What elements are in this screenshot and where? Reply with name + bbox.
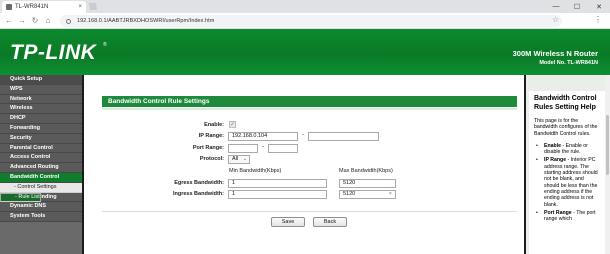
menu-item-wps[interactable]: WPS (0, 84, 82, 95)
menu-item-forwarding[interactable]: Forwarding (0, 123, 82, 134)
ip-range-dash: - (302, 132, 304, 138)
ingress-label: Ingress Bandwidth: (172, 191, 224, 197)
ingress-max-input[interactable]: 5120 × (339, 190, 396, 199)
registered-mark: ® (103, 42, 107, 48)
product-name: 300M Wireless N Router (512, 49, 598, 58)
menu-item-quick-setup[interactable]: Quick Setup (0, 75, 82, 85)
model-number: Model No. TL-WR841N (539, 60, 598, 66)
menu-item-wireless[interactable]: Wireless (0, 104, 82, 115)
help-item-key: Port Range (544, 209, 572, 216)
browser-tab-bar: TL-WR841N × — ☐ ✕ (0, 0, 610, 13)
menu-item-system-tools[interactable]: System Tools (0, 212, 82, 222)
help-item-ip-range: • IP Range - Interior PC address range. … (534, 157, 600, 207)
tab-close-icon[interactable]: × (78, 4, 86, 10)
bullet-icon: • (536, 142, 538, 149)
egress-max-input[interactable]: 5120 (339, 179, 396, 188)
menu-item-dhcp[interactable]: DHCP (0, 114, 82, 124)
protocol-select[interactable]: All ⌄ (228, 155, 250, 164)
menu-item-dynamic-dns[interactable]: Dynamic DNS (0, 202, 82, 213)
browser-toolbar: ← → ↻ ⌂ 192.168.0.1/AABTJRBXDHOSWRI/user… (0, 13, 610, 29)
enable-checkbox[interactable]: ✓ (229, 121, 236, 128)
back-arrow-icon[interactable]: ← (4, 16, 14, 26)
menu-item-bandwidth-control[interactable]: Bandwidth Control (0, 172, 82, 183)
back-button[interactable]: Back (313, 217, 347, 227)
save-button[interactable]: Save (271, 217, 305, 227)
egress-label: Egress Bandwidth: (174, 180, 224, 186)
ip-end-input[interactable] (308, 132, 379, 141)
min-bandwidth-header: Min Bandwidth(Kbps) (229, 168, 282, 174)
ip-range-label: IP Range: (198, 133, 224, 139)
ingress-max-value: 5120 (343, 191, 356, 197)
help-list: • Enable - Enable or disable the rule. •… (534, 143, 600, 223)
help-item-text: - Interior PC address range. The startin… (544, 157, 598, 208)
home-icon[interactable]: ⌂ (43, 16, 53, 26)
submenu-item-control-settings[interactable]: - Control Settings (0, 182, 82, 193)
help-content: Bandwidth Control Rules Setting Help Thi… (529, 91, 605, 254)
port-end-input[interactable] (268, 144, 298, 153)
port-start-input[interactable] (228, 144, 258, 153)
clear-input-icon[interactable]: × (389, 191, 392, 198)
enable-label: Enable: (204, 122, 224, 128)
menu-item-parental-control[interactable]: Parental Control (0, 143, 82, 154)
menu-item-access-control[interactable]: Access Control (0, 153, 82, 164)
address-bar[interactable]: 192.168.0.1/AABTJRBXDHOSWRI/userRpm/Inde… (60, 15, 562, 27)
new-tab-button[interactable] (88, 2, 98, 11)
router-header: TP-LINK ® 300M Wireless N Router Model N… (0, 29, 610, 75)
port-range-dash: - (262, 144, 264, 150)
url-text: 192.168.0.1/AABTJRBXDHOSWRI/userRpm/Inde… (77, 18, 215, 24)
browser-tab[interactable]: TL-WR841N × (2, 1, 86, 13)
menu-item-security[interactable]: Security (0, 133, 82, 144)
product-info: 300M Wireless N Router Model No. TL-WR84… (513, 49, 598, 66)
help-item-key: IP Range (544, 157, 567, 164)
reload-icon[interactable]: ↻ (30, 16, 40, 26)
menu-item-network[interactable]: Network (0, 94, 82, 105)
forward-arrow-icon[interactable]: → (17, 16, 27, 26)
ip-start-input[interactable]: 192.168.0.104 (228, 132, 298, 141)
maximize-button[interactable]: ☐ (566, 0, 588, 13)
menu-item-advanced-routing[interactable]: Advanced Routing (0, 163, 82, 173)
page-favicon-icon (6, 4, 12, 10)
new-tab-icon (89, 3, 97, 10)
tp-link-logo: TP-LINK (10, 41, 97, 64)
browser-menu-icon[interactable]: ⋮ (594, 16, 602, 24)
max-bandwidth-header: Max Bandwidth(Kbps) (339, 168, 393, 174)
bullet-icon: • (536, 209, 538, 216)
close-window-button[interactable]: ✕ (588, 0, 610, 13)
minimize-button[interactable]: — (545, 0, 567, 13)
port-range-label: Port Range: (192, 145, 224, 151)
help-item-key: Enable (544, 142, 562, 149)
site-info-icon[interactable] (66, 18, 71, 24)
submenu-item-rule-list[interactable]: - Rule List (0, 192, 41, 202)
help-intro: This page is for the bandwidth configure… (534, 118, 598, 137)
left-menu: Quick Setup WPS Network Wireless DHCP Fo… (0, 75, 84, 254)
help-item-enable: • Enable - Enable or disable the rule. (534, 143, 600, 156)
protocol-value: All (232, 156, 239, 162)
main-content: Bandwidth Control Rule Settings Enable: … (86, 75, 524, 254)
check-icon: ✓ (229, 121, 236, 128)
protocol-label: Protocol: (199, 156, 224, 162)
help-item-port-range: • Port Range - The port range which (534, 210, 600, 223)
bookmark-star-icon[interactable]: ☆ (552, 16, 559, 24)
scrollbar-thumb[interactable] (606, 115, 609, 175)
egress-min-input[interactable]: 1 (228, 179, 327, 188)
section-underline (102, 108, 517, 110)
help-title: Bandwidth Control Rules Setting Help (534, 95, 597, 111)
bullet-icon: • (536, 157, 538, 164)
help-panel: Bandwidth Control Rules Setting Help Thi… (524, 75, 610, 254)
ingress-min-input[interactable]: 1 (228, 190, 327, 199)
form-divider (102, 211, 517, 212)
section-title: Bandwidth Control Rule Settings (102, 96, 517, 107)
page-scrollbar[interactable] (605, 75, 610, 254)
chevron-down-icon: ⌄ (242, 156, 247, 162)
tab-title: TL-WR841N (15, 4, 49, 10)
